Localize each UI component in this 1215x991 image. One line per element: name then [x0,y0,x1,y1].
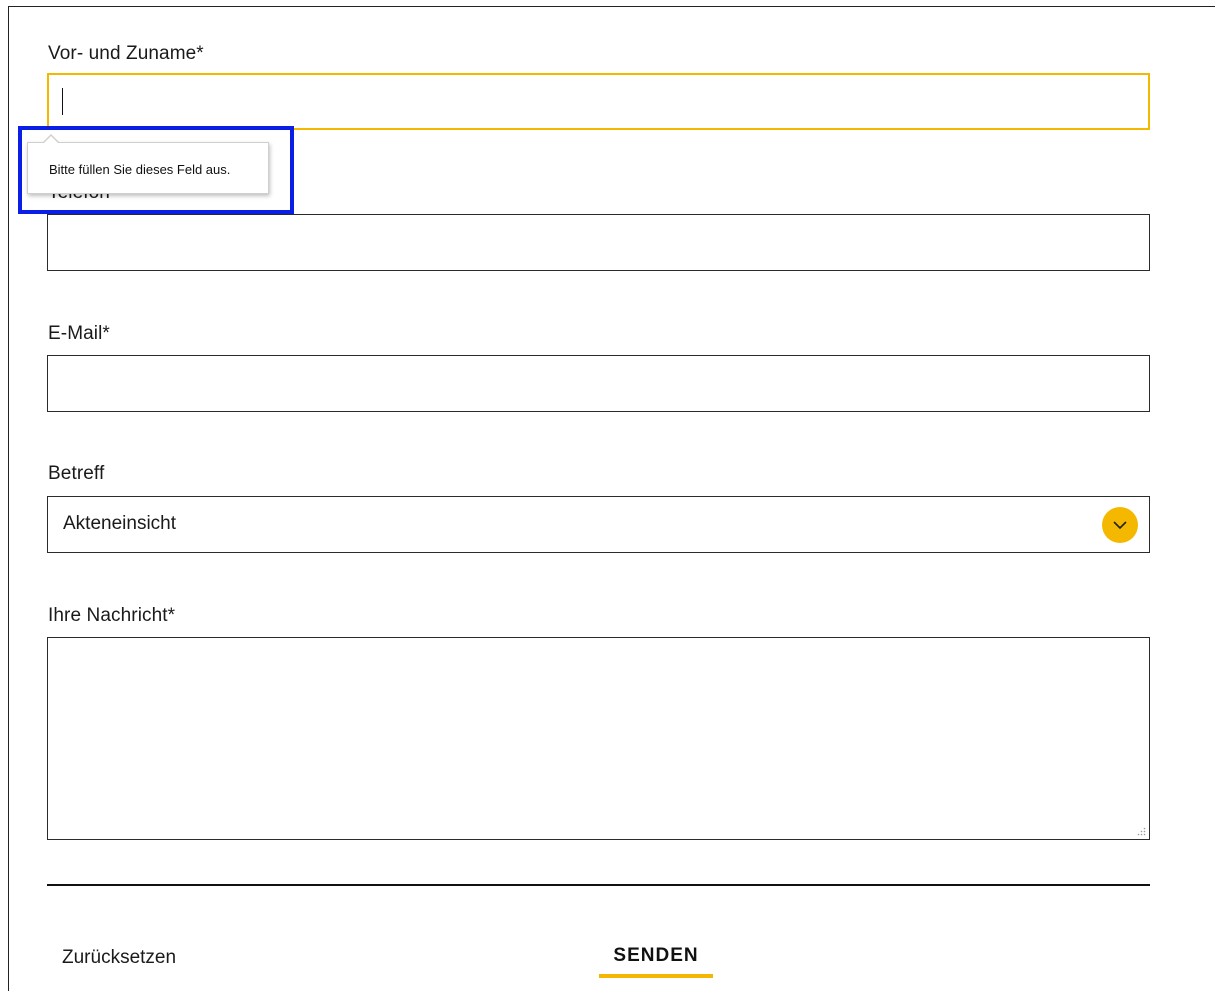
subject-select[interactable]: Akteneinsicht [47,496,1150,553]
resize-grip-icon[interactable] [1137,827,1146,836]
reset-button[interactable]: Zurücksetzen [62,947,176,969]
subject-label: Betreff [48,463,105,484]
submit-underline [599,974,713,978]
chevron-down-icon[interactable] [1102,507,1138,543]
text-caret [62,88,63,115]
email-input[interactable] [47,355,1150,412]
validation-tooltip: Bitte füllen Sie dieses Feld aus. [27,134,269,194]
validation-message: Bitte füllen Sie dieses Feld aus. [49,162,231,177]
message-textarea[interactable] [47,637,1150,840]
tooltip-arrow-inner [43,136,59,144]
submit-label: SENDEN [613,945,699,966]
submit-button[interactable]: SENDEN [599,945,713,978]
form-divider [47,884,1150,886]
message-label: Ihre Nachricht* [48,605,176,626]
email-label: E-Mail* [48,323,110,344]
subject-selected-value: Akteneinsicht [63,513,177,534]
name-label: Vor- und Zuname* [48,43,204,64]
phone-input[interactable] [47,214,1150,271]
name-input[interactable] [47,73,1150,130]
